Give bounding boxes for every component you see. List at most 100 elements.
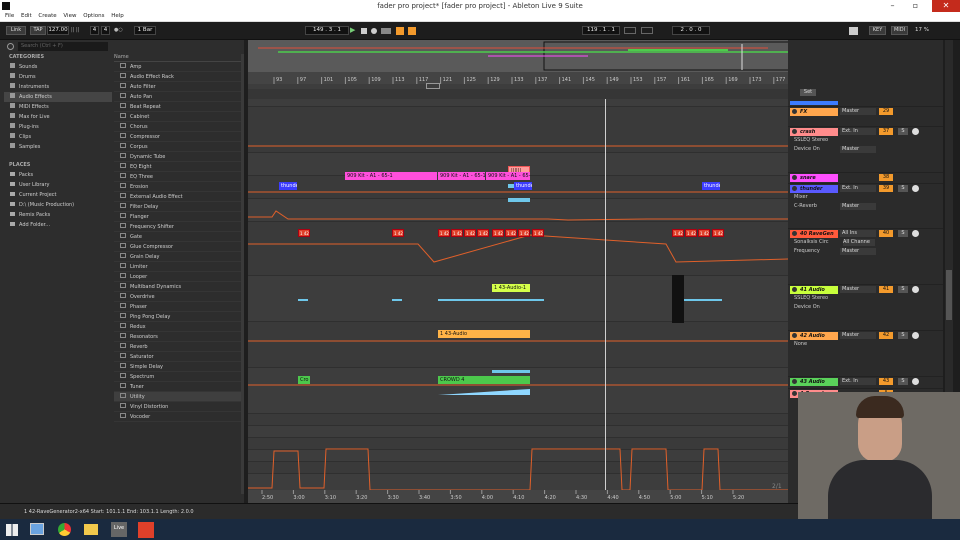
- solo-button[interactable]: S: [898, 332, 908, 339]
- loop-length-display[interactable]: 2 . 0 . 0: [672, 26, 710, 35]
- browser-item[interactable]: Ping Pong Delay: [114, 312, 241, 322]
- browser-item[interactable]: EQ Eight: [114, 162, 241, 172]
- clip-thunder-3[interactable]: thunde: [702, 182, 720, 190]
- fold-icon[interactable]: [792, 333, 797, 338]
- position-display[interactable]: 149 . 3 . 1: [305, 26, 349, 35]
- category-4[interactable]: MIDI Effects: [4, 102, 112, 112]
- browser-item[interactable]: Auto Filter: [114, 82, 241, 92]
- track-number[interactable]: 29: [879, 108, 893, 115]
- output-select[interactable]: Master: [840, 332, 876, 339]
- track-number[interactable]: 42: [879, 332, 893, 339]
- midi-map-button[interactable]: MIDI: [891, 26, 908, 35]
- fold-icon[interactable]: [792, 231, 797, 236]
- solo-button[interactable]: S: [898, 286, 908, 293]
- clip-909-kit-1[interactable]: 909 Kit - A1 - 65-1: [345, 172, 437, 180]
- track-number[interactable]: 37: [879, 128, 893, 135]
- live-taskbar-button[interactable]: Live: [111, 525, 127, 531]
- clip-thunder-1[interactable]: thunde: [279, 182, 297, 190]
- browser-item[interactable]: Redux: [114, 322, 241, 332]
- clip-ravegen[interactable]: 1 42: [392, 229, 404, 237]
- browser-item[interactable]: Tuner: [114, 382, 241, 392]
- chrome-icon[interactable]: [58, 523, 71, 536]
- menu-file[interactable]: File: [5, 13, 14, 19]
- tap-button[interactable]: TAP: [30, 26, 46, 35]
- place-2[interactable]: Current Project: [4, 190, 112, 200]
- draw-mode-icon[interactable]: [849, 27, 858, 35]
- menu-view[interactable]: View: [63, 13, 76, 19]
- browser-item[interactable]: Cabinet: [114, 112, 241, 122]
- clip-ravegen[interactable]: 1 42: [438, 229, 450, 237]
- solo-button[interactable]: S: [898, 230, 908, 237]
- browser-item[interactable]: Vocoder: [114, 412, 241, 422]
- clip-ravegen[interactable]: 1 42: [685, 229, 697, 237]
- clip-ravegen[interactable]: 1 42: [492, 229, 504, 237]
- name-column-header[interactable]: Name: [114, 54, 241, 62]
- clip-ravegen[interactable]: 1 42: [505, 229, 517, 237]
- minimize-icon[interactable]: –: [883, 0, 902, 12]
- track-number[interactable]: 43: [879, 378, 893, 385]
- device-param[interactable]: Device On: [794, 146, 838, 153]
- track-number[interactable]: 41: [879, 286, 893, 293]
- place-4[interactable]: Remix Packs: [4, 210, 112, 220]
- menu-options[interactable]: Options: [83, 13, 104, 19]
- clip-ravegen[interactable]: 1 42: [532, 229, 544, 237]
- browser-item[interactable]: Filter Delay: [114, 202, 241, 212]
- play-icon[interactable]: ▶: [350, 27, 358, 34]
- browser-item[interactable]: Overdrive: [114, 292, 241, 302]
- browser-item[interactable]: Utility: [114, 392, 241, 402]
- input-select[interactable]: Ext. In: [840, 185, 876, 192]
- arm-button[interactable]: [912, 185, 919, 192]
- browser-item[interactable]: Dynamic Tube: [114, 152, 241, 162]
- category-5[interactable]: Max for Live: [4, 112, 112, 122]
- browser-scrollbar[interactable]: [241, 54, 244, 494]
- folder-icon[interactable]: [84, 524, 98, 535]
- scroll-thumb[interactable]: [946, 270, 952, 320]
- device-select[interactable]: SSLEQ Stereo: [794, 295, 838, 302]
- category-0[interactable]: Sounds: [4, 62, 112, 72]
- maximize-icon[interactable]: ▫: [906, 0, 925, 12]
- browser-item[interactable]: Erosion: [114, 182, 241, 192]
- browser-item[interactable]: Glue Compressor: [114, 242, 241, 252]
- clip-ravegen[interactable]: 1 42: [298, 229, 310, 237]
- browser-item[interactable]: Gate: [114, 232, 241, 242]
- output-select[interactable]: Master: [840, 146, 876, 153]
- browser-item[interactable]: Multiband Dynamics: [114, 282, 241, 292]
- browser-item[interactable]: Spectrum: [114, 372, 241, 382]
- camtasia-icon[interactable]: [138, 522, 154, 538]
- device-select[interactable]: Mixer: [794, 194, 838, 201]
- device-select[interactable]: SSLEQ Stereo: [794, 137, 838, 144]
- place-1[interactable]: User Library: [4, 180, 112, 190]
- channel-select[interactable]: All Channe: [843, 239, 875, 246]
- overdub-icon[interactable]: [381, 28, 391, 34]
- browser-item[interactable]: Saturator: [114, 352, 241, 362]
- output-select[interactable]: Master: [840, 203, 876, 210]
- track-header[interactable]: 43 Audio: [790, 378, 838, 386]
- arm-button[interactable]: [912, 128, 919, 135]
- close-icon[interactable]: ✕: [932, 0, 960, 12]
- search-input[interactable]: Search (Ctrl + F): [18, 42, 108, 51]
- loop-icon[interactable]: [641, 27, 653, 34]
- category-8[interactable]: Samples: [4, 142, 112, 152]
- track-header[interactable]: FX: [790, 108, 838, 116]
- browser-item[interactable]: Simple Delay: [114, 362, 241, 372]
- input-select[interactable]: Ext. In: [840, 128, 876, 135]
- fold-icon[interactable]: [792, 109, 797, 114]
- sig-numerator[interactable]: 4: [90, 26, 99, 35]
- fold-icon[interactable]: [792, 175, 797, 180]
- browser-item[interactable]: Auto Pan: [114, 92, 241, 102]
- solo-button[interactable]: S: [898, 128, 908, 135]
- arm-button[interactable]: [912, 378, 919, 385]
- clip-crowd[interactable]: CROWD 4: [438, 376, 530, 384]
- key-map-button[interactable]: KEY: [869, 26, 886, 35]
- device-select[interactable]: Sonalksis Circ: [794, 239, 838, 246]
- browser-item[interactable]: Vinyl Distortion: [114, 402, 241, 412]
- track-header[interactable]: crash: [790, 128, 838, 136]
- browser-item[interactable]: Reverb: [114, 342, 241, 352]
- category-1[interactable]: Drums: [4, 72, 112, 82]
- track-header[interactable]: thunder: [790, 185, 838, 193]
- set-button[interactable]: Set: [800, 89, 816, 96]
- fold-icon[interactable]: [792, 129, 797, 134]
- device-select[interactable]: None: [794, 341, 838, 348]
- track-header[interactable]: 40 RaveGen: [790, 230, 838, 238]
- browser-item[interactable]: Amp: [114, 62, 241, 72]
